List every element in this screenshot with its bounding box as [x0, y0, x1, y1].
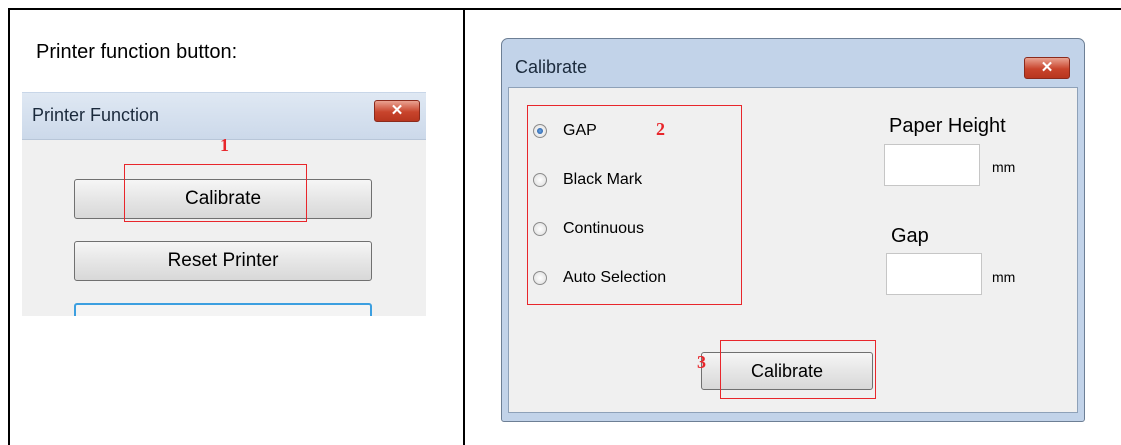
reset-printer-button[interactable]: Reset Printer — [74, 241, 372, 281]
close-icon: ✕ — [390, 102, 404, 119]
window-title: Printer Function — [32, 105, 160, 125]
close-icon: ✕ — [1040, 59, 1054, 76]
highlight-box-calibrate — [124, 164, 307, 222]
close-button[interactable]: ✕ — [374, 100, 420, 122]
paper-height-label: Paper Height — [889, 115, 1006, 137]
title-bar: Printer Function ✕ — [22, 93, 426, 140]
dialog-title: Calibrate — [515, 57, 588, 77]
gap-unit: mm — [992, 269, 1016, 285]
marker-number-2: 2 — [656, 119, 665, 139]
highlight-box-media-options — [527, 105, 742, 305]
marker-number-3: 3 — [697, 352, 706, 372]
caption-text: Printer function button: — [36, 41, 238, 63]
close-button[interactable]: ✕ — [1024, 57, 1070, 79]
gap-label: Gap — [891, 225, 929, 247]
marker-number-1: 1 — [220, 135, 229, 155]
title-bar: Calibrate ✕ — [502, 39, 1084, 87]
highlight-box-calibrate-button — [720, 340, 876, 399]
paper-height-input[interactable] — [884, 144, 980, 186]
gap-input[interactable] — [886, 253, 982, 295]
next-function-button[interactable] — [74, 303, 372, 316]
paper-height-unit: mm — [992, 159, 1016, 175]
